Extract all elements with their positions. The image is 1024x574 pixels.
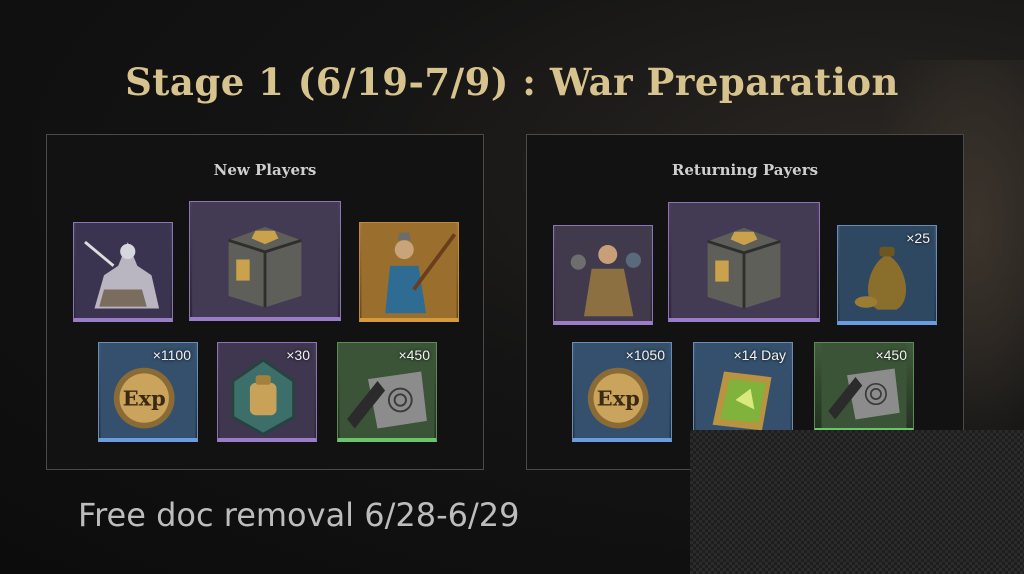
reward-backpack[interactable]: ×30 bbox=[217, 342, 317, 442]
reward-exp[interactable]: Exp ×1100 bbox=[98, 342, 198, 442]
panel-title: Returning Payers bbox=[671, 161, 819, 179]
reward-chest[interactable]: ×2 bbox=[189, 201, 341, 321]
warriors-hero-icon bbox=[555, 226, 651, 321]
new-players-panel: New Players ×2 bbox=[46, 134, 484, 470]
svg-text:Exp: Exp bbox=[123, 386, 166, 411]
chest-icon bbox=[671, 203, 817, 318]
quantity-label: ×30 bbox=[286, 347, 310, 363]
svg-text:Exp: Exp bbox=[597, 386, 640, 411]
reward-green-card[interactable]: ×14 Day bbox=[693, 342, 793, 442]
transparency-overlay bbox=[690, 430, 1024, 574]
musketeer-hero-icon bbox=[361, 223, 457, 318]
chest-icon bbox=[192, 202, 338, 317]
reward-hero-warriors[interactable] bbox=[553, 225, 653, 325]
quantity-label: ×1100 bbox=[152, 347, 191, 363]
knight-hero-icon bbox=[75, 223, 171, 318]
reward-scroll[interactable]: ×450 bbox=[814, 342, 914, 432]
quantity-label: ×1050 bbox=[625, 347, 665, 363]
panel-title: New Players bbox=[213, 161, 317, 179]
footer-note: Free doc removal 6/28-6/29 bbox=[78, 496, 520, 534]
reward-exp[interactable]: Exp ×1050 bbox=[572, 342, 672, 442]
returning-players-panel: Returning Payers ×2 ×25 bbox=[526, 134, 964, 470]
quantity-label: ×450 bbox=[398, 347, 430, 363]
quantity-label: ×450 bbox=[875, 347, 907, 363]
reward-scroll[interactable]: ×450 bbox=[337, 342, 437, 442]
page-title: Stage 1 (6/19-7/9) : War Preparation bbox=[125, 60, 899, 104]
quantity-label: ×14 Day bbox=[733, 347, 786, 363]
quantity-label: ×25 bbox=[906, 230, 930, 246]
reward-chest[interactable]: ×2 bbox=[668, 202, 820, 322]
reward-gold-pouch[interactable]: ×25 bbox=[837, 225, 937, 325]
reward-hero-musketeer[interactable] bbox=[359, 222, 459, 322]
reward-hero-knight[interactable] bbox=[73, 222, 173, 322]
